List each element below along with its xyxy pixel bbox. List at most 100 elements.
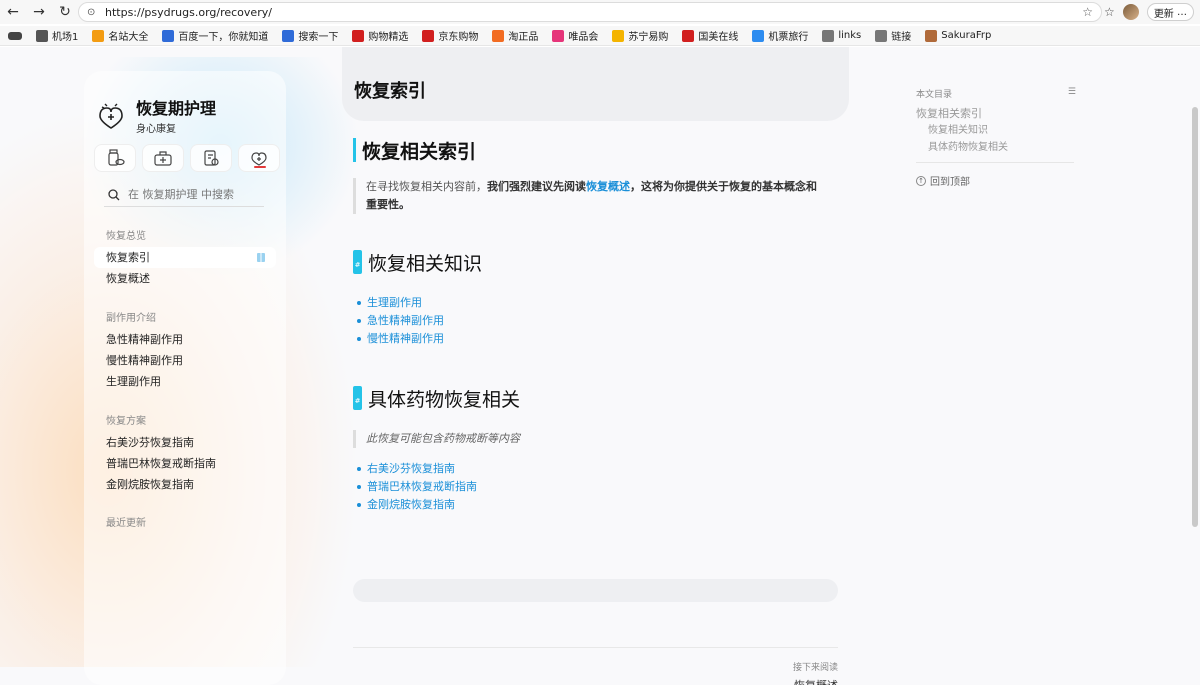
list-item-link[interactable]: 右美沙芬恢复指南: [357, 460, 843, 478]
back-to-top-button[interactable]: ↑ 回到顶部: [916, 173, 1076, 188]
list-item-link[interactable]: 普瑞巴林恢复戒断指南: [357, 478, 843, 496]
toc-item[interactable]: 恢复相关索引: [916, 105, 1076, 122]
bookmark-item[interactable]: 名站大全: [92, 28, 148, 43]
sidebar-section: 恢复方案右美沙芬恢复指南 普瑞巴林恢复戒断指南 金刚烷胺恢复指南: [94, 414, 276, 495]
section-heading-knowledge: # 恢复相关知识: [353, 248, 843, 276]
list-item-link[interactable]: 金刚烷胺恢复指南: [357, 496, 843, 514]
bookmark-icon: [422, 29, 435, 42]
tab-pills-icon[interactable]: [94, 144, 136, 172]
knowledge-list: 生理副作用 急性精神副作用 慢性精神副作用: [357, 294, 843, 348]
scrollbar[interactable]: [1192, 107, 1198, 527]
bookmark-item[interactable]: 机场1: [36, 28, 78, 43]
hash-icon[interactable]: #: [353, 250, 362, 274]
url-text[interactable]: https://psydrugs.org/recovery/: [105, 6, 272, 19]
bookmark-icon: [875, 29, 888, 42]
category-tabs: [94, 144, 280, 172]
sidebar-section: 恢复总览恢复索引 恢复概述: [94, 229, 276, 289]
table-of-contents: 本文目录 ☰ 恢复相关索引 恢复相关知识 具体药物恢复相关 ↑ 回到顶部: [916, 87, 1076, 188]
bookmark-item[interactable]: 购物精选: [352, 28, 408, 43]
article: 恢复相关索引 在寻找恢复相关内容前，我们强烈建议先阅读恢复概述，这将为你提供关于…: [353, 137, 843, 514]
bookmark-item[interactable]: 淘正品: [492, 28, 538, 43]
bookmark-icon: [552, 29, 565, 42]
sidebar-item[interactable]: 右美沙芬恢复指南: [94, 432, 276, 453]
article-heading: 恢复相关索引: [353, 137, 843, 163]
search-input[interactable]: [128, 188, 258, 201]
toc-list-icon[interactable]: ☰: [1068, 87, 1076, 101]
drug-recovery-note: 此恢复可能包含药物戒断等内容: [353, 430, 843, 448]
list-item-link[interactable]: 生理副作用: [357, 294, 843, 312]
toc-item[interactable]: 恢复相关知识: [916, 122, 1076, 139]
brand-title: 恢复期护理: [136, 99, 217, 118]
forward-icon[interactable]: →: [26, 0, 52, 24]
bookmark-star-icon[interactable]: ☆: [1082, 5, 1093, 19]
browser-toolbar: ← → ↻ ⊙ https://psydrugs.org/recovery/ ☆…: [0, 0, 1200, 24]
bookmark-item[interactable]: 链接: [875, 28, 911, 43]
extension-icon[interactable]: [8, 31, 22, 40]
bookmark-item[interactable]: 搜索一下: [282, 28, 338, 43]
sidebar-section-heading: 恢复总览: [106, 231, 146, 242]
tab-medical-kit-icon[interactable]: [142, 144, 184, 172]
sidebar-item[interactable]: 生理副作用: [94, 371, 276, 392]
bookmark-icon: [682, 29, 695, 42]
book-icon: [257, 253, 265, 262]
search-icon: [108, 188, 120, 200]
toc-item[interactable]: 具体药物恢复相关: [916, 139, 1076, 156]
sidebar-item[interactable]: 恢复概述: [94, 268, 276, 289]
bookmark-icon: [492, 29, 505, 42]
comment-box[interactable]: [353, 579, 838, 602]
arrow-up-icon: ↑: [916, 175, 926, 186]
page-title: 恢复索引: [354, 81, 426, 102]
sidebar-section: 最近更新: [94, 516, 276, 534]
bookmark-item[interactable]: 苏宁易购: [612, 28, 668, 43]
brand[interactable]: 恢复期护理 身心康复: [96, 95, 216, 135]
hash-icon[interactable]: #: [353, 386, 362, 410]
web-page: 恢复期护理 身心康复 恢复总览恢复索引恢复概述副作用介绍急性精神副作用慢性精神副…: [0, 47, 1200, 685]
sidebar-item[interactable]: 金刚烷胺恢复指南: [94, 474, 276, 495]
sidebar-section-heading: 副作用介绍: [106, 313, 156, 324]
sidebar-item[interactable]: 普瑞巴林恢复戒断指南: [94, 453, 276, 474]
recovery-logo-icon: [99, 103, 123, 129]
bookmark-item[interactable]: 国美在线: [682, 28, 738, 43]
sidebar-section-heading: 最近更新: [106, 518, 146, 529]
bookmark-icon: [36, 29, 48, 42]
sidebar-item[interactable]: 恢复索引: [94, 247, 276, 268]
list-item-link[interactable]: 慢性精神副作用: [357, 330, 843, 348]
address-bar[interactable]: ⊙ https://psydrugs.org/recovery/ ☆: [78, 2, 1102, 22]
tab-report-icon[interactable]: [190, 144, 232, 172]
update-button[interactable]: 更新 …: [1146, 3, 1194, 21]
sidebar-search: [104, 183, 264, 207]
tab-recovery-icon[interactable]: [238, 144, 280, 172]
bookmarks-bar: 机场1 名站大全 百度一下，你就知道 搜索一下 购物精选 京东购物 淘正品 唯品会 苏宁易购 国美…: [0, 26, 1200, 46]
intro-quote: 在寻找恢复相关内容前，我们强烈建议先阅读恢复概述，这将为你提供关于恢复的基本概念…: [353, 178, 823, 214]
favorites-icon[interactable]: ☆: [1104, 5, 1115, 19]
site-info-icon[interactable]: ⊙: [87, 7, 101, 18]
drug-recovery-list: 右美沙芬恢复指南 普瑞巴林恢复戒断指南 金刚烷胺恢复指南: [357, 460, 843, 514]
bookmark-icon: [752, 29, 765, 42]
toc-heading: 本文目录: [916, 90, 953, 100]
bookmark-icon: [612, 29, 625, 42]
sidebar-section: 副作用介绍急性精神副作用 慢性精神副作用 生理副作用: [94, 311, 276, 392]
brand-subtitle: 身心康复: [136, 124, 176, 135]
section-heading-drug-recovery: # 具体药物恢复相关: [353, 384, 843, 412]
bookmark-item[interactable]: 唯品会: [552, 28, 598, 43]
bookmark-item[interactable]: 京东购物: [422, 28, 478, 43]
bookmark-item[interactable]: links: [822, 29, 861, 42]
recovery-overview-link[interactable]: 恢复概述: [586, 180, 630, 193]
next-read-label: 接下来阅读: [792, 663, 838, 673]
avatar[interactable]: [1122, 4, 1139, 20]
bookmark-icon: [282, 29, 295, 42]
sidebar-section-heading: 恢复方案: [106, 416, 146, 427]
reload-icon[interactable]: ↻: [52, 0, 78, 24]
bookmark-icon: [352, 29, 365, 42]
page-header: 恢复索引: [342, 47, 849, 121]
bookmark-icon: [162, 29, 175, 42]
sidebar-item[interactable]: 慢性精神副作用: [94, 350, 276, 371]
next-read-link[interactable]: 恢复概述: [794, 677, 838, 685]
list-item-link[interactable]: 急性精神副作用: [357, 312, 843, 330]
bookmark-item[interactable]: 机票旅行: [752, 28, 808, 43]
back-icon[interactable]: ←: [0, 0, 26, 24]
bookmark-item[interactable]: 百度一下，你就知道: [162, 28, 268, 43]
bookmark-icon: [92, 29, 105, 42]
sidebar-item[interactable]: 急性精神副作用: [94, 329, 276, 350]
bookmark-item[interactable]: SakuraFrp: [925, 29, 991, 42]
